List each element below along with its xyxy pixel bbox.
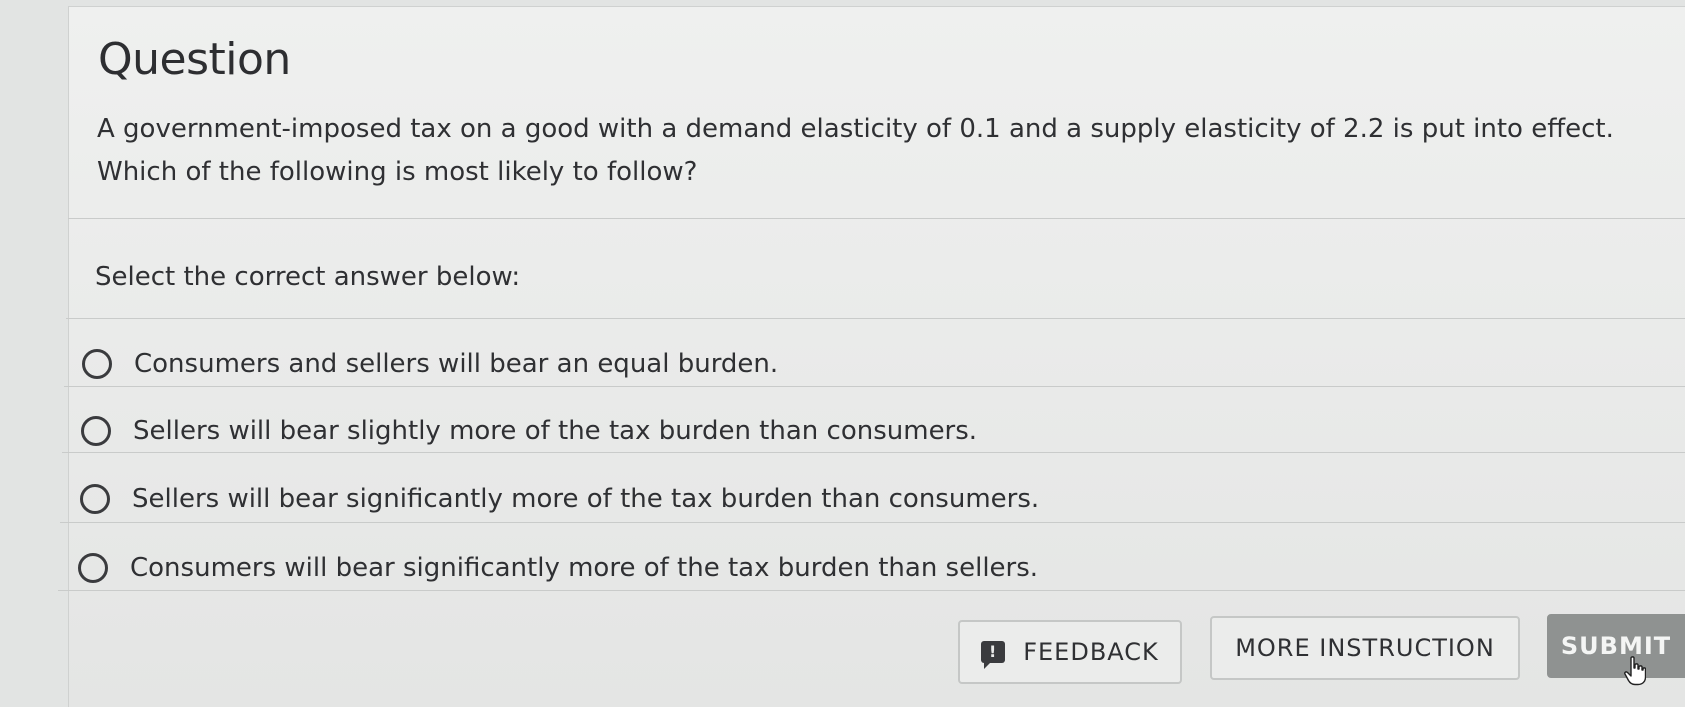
divider xyxy=(64,386,1685,387)
answer-instruction: Select the correct answer below: xyxy=(95,262,521,292)
radio-unchecked-icon[interactable] xyxy=(81,416,111,446)
radio-unchecked-icon[interactable] xyxy=(80,484,110,514)
answer-option-label: Consumers and sellers will bear an equal… xyxy=(134,349,779,379)
feedback-button[interactable]: ! FEEDBACK xyxy=(958,620,1182,684)
answer-option-label: Consumers will bear significantly more o… xyxy=(130,553,1039,583)
hand-pointer-icon xyxy=(1624,656,1646,686)
question-prompt: A government-imposed tax on a good with … xyxy=(97,114,1614,187)
answer-option-2[interactable]: Sellers will bear slightly more of the t… xyxy=(81,398,977,464)
submit-button[interactable]: SUBMIT xyxy=(1547,614,1685,678)
divider xyxy=(60,522,1685,523)
answer-option-1[interactable]: Consumers and sellers will bear an equal… xyxy=(82,331,778,397)
divider xyxy=(68,218,1685,219)
answer-option-label: Sellers will bear significantly more of … xyxy=(132,484,1040,514)
divider xyxy=(66,318,1685,319)
answer-option-label: Sellers will bear slightly more of the t… xyxy=(133,416,978,446)
divider xyxy=(58,590,1685,591)
answer-option-4[interactable]: Consumers will bear significantly more o… xyxy=(78,535,1038,601)
more-instruction-button[interactable]: MORE INSTRUCTION xyxy=(1210,616,1520,680)
submit-button-label: SUBMIT xyxy=(1560,632,1672,660)
radio-unchecked-icon[interactable] xyxy=(78,553,108,583)
feedback-button-label: FEEDBACK xyxy=(1023,638,1159,666)
more-instruction-label: MORE INSTRUCTION xyxy=(1235,634,1495,662)
divider xyxy=(62,452,1685,453)
feedback-alert-icon: ! xyxy=(981,641,1006,669)
page-title: Question xyxy=(98,34,291,85)
radio-unchecked-icon[interactable] xyxy=(82,349,112,379)
